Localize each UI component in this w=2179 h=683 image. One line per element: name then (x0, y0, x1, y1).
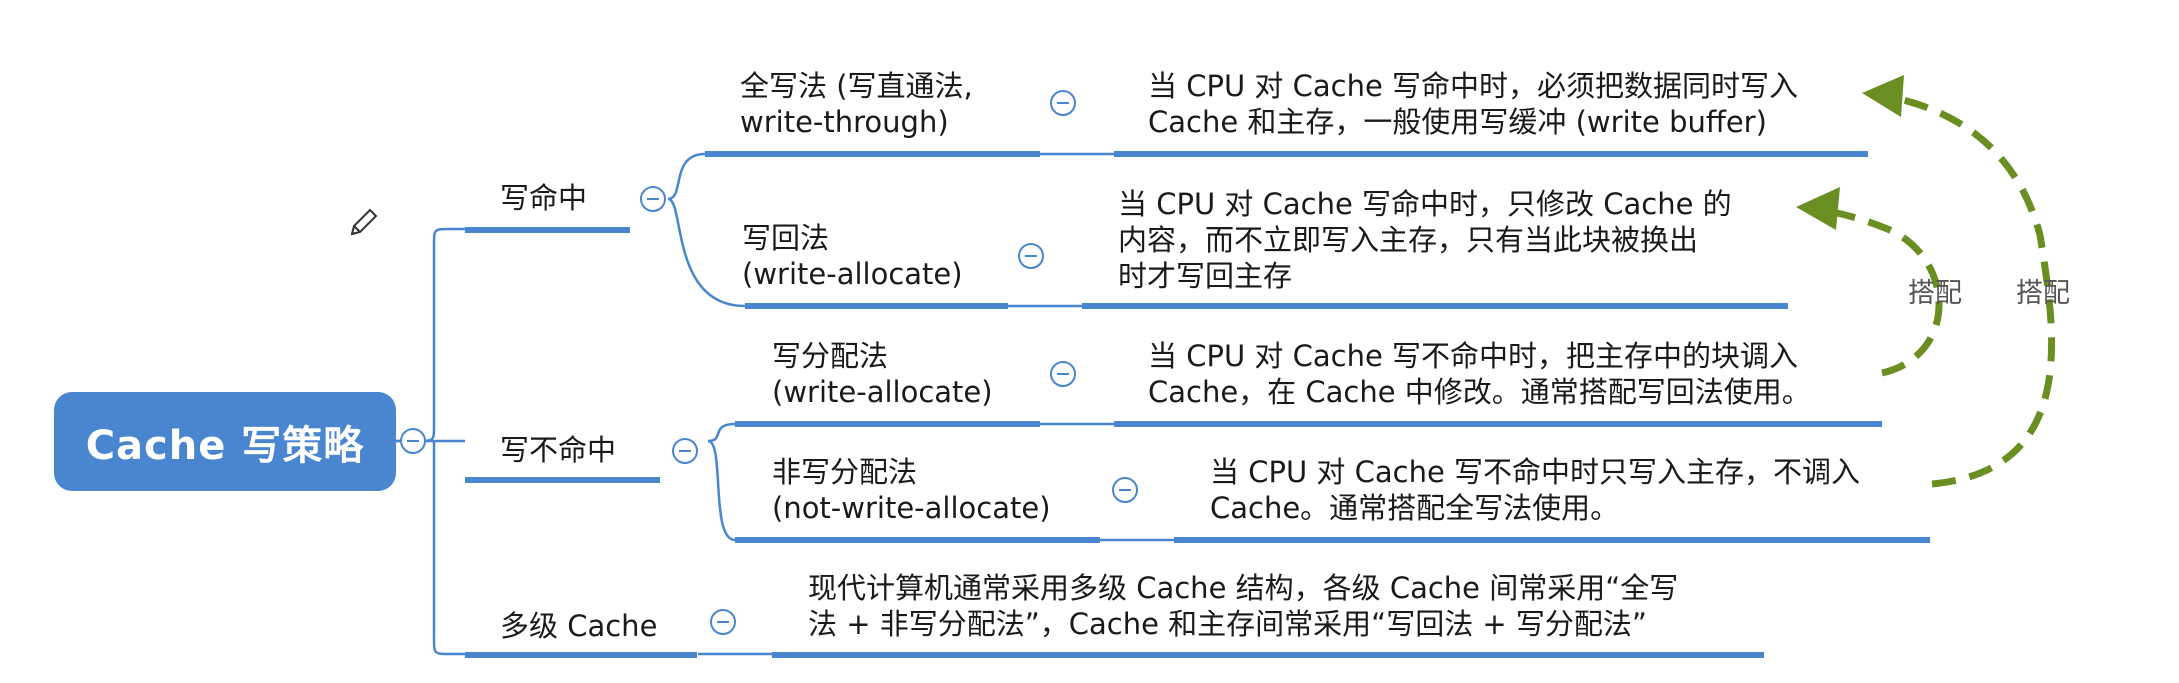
child-label-write-allocate[interactable]: 写分配法 (write-allocate) (772, 338, 993, 410)
underline-desc-5 (772, 652, 1764, 658)
connector-branch1-child2 (667, 197, 746, 308)
connector-root-branch-1 (396, 227, 465, 443)
collapse-icon[interactable] (710, 609, 736, 635)
collapse-icon[interactable] (1018, 243, 1044, 269)
pencil-icon[interactable] (346, 206, 380, 240)
collapse-icon[interactable] (640, 186, 666, 212)
underline-desc-4 (1174, 537, 1930, 543)
connector-branch2-child2 (707, 439, 736, 542)
connector-branch1-child1 (667, 152, 706, 201)
root-label: Cache 写策略 (85, 422, 365, 469)
collapse-icon[interactable] (1112, 477, 1138, 503)
underline-branch-2 (465, 477, 660, 483)
relation-label-2[interactable]: 搭配 (2016, 271, 2070, 310)
desc-write-back: 当 CPU 对 Cache 写命中时，只修改 Cache 的 内容，而不立即写入… (1118, 187, 1732, 293)
collapse-icon[interactable] (672, 438, 698, 464)
relation-arrow-1-head (1796, 187, 1840, 230)
underline-child-4 (735, 537, 1100, 543)
desc-write-through: 当 CPU 对 Cache 写命中时，必须把数据同时写入 Cache 和主存，一… (1148, 69, 1799, 139)
connector-branch2-child1 (707, 422, 736, 443)
desc-write-allocate: 当 CPU 对 Cache 写不命中时，把主存中的块调入 Cache，在 Cac… (1148, 339, 1811, 409)
underline-branch-3 (465, 652, 697, 658)
desc-multilevel-cache: 现代计算机通常采用多级 Cache 结构，各级 Cache 间常采用“全写 法 … (808, 571, 1679, 641)
child-label-write-back[interactable]: 写回法 (write-allocate) (742, 220, 963, 292)
branch-label-write-miss[interactable]: 写不命中 (500, 432, 616, 468)
underline-desc-2 (1082, 303, 1788, 309)
underline-branch-1 (465, 227, 630, 233)
desc-not-write-allocate: 当 CPU 对 Cache 写不命中时只写入主存，不调入 Cache。通常搭配全… (1210, 455, 1861, 525)
collapse-icon[interactable] (400, 428, 426, 454)
underline-child-3 (735, 421, 1040, 427)
underline-child-1 (705, 151, 1040, 157)
root-node[interactable]: Cache 写策略 (54, 392, 396, 491)
branch-label-write-hit[interactable]: 写命中 (500, 180, 587, 216)
child-label-not-write-allocate[interactable]: 非写分配法 (not-write-allocate) (772, 454, 1051, 526)
underline-desc-3 (1114, 421, 1882, 427)
relation-label-1[interactable]: 搭配 (1908, 271, 1962, 310)
underline-child-2 (745, 303, 1008, 309)
relation-arrow-2-head (1862, 75, 1904, 117)
underline-desc-1 (1114, 151, 1868, 157)
branch-label-multilevel-cache[interactable]: 多级 Cache (500, 608, 657, 644)
collapse-icon[interactable] (1050, 361, 1076, 387)
collapse-icon[interactable] (1050, 90, 1076, 116)
child-label-write-through[interactable]: 全写法 (写直通法, write-through) (740, 68, 973, 140)
connector-root-branch-3 (432, 441, 465, 656)
